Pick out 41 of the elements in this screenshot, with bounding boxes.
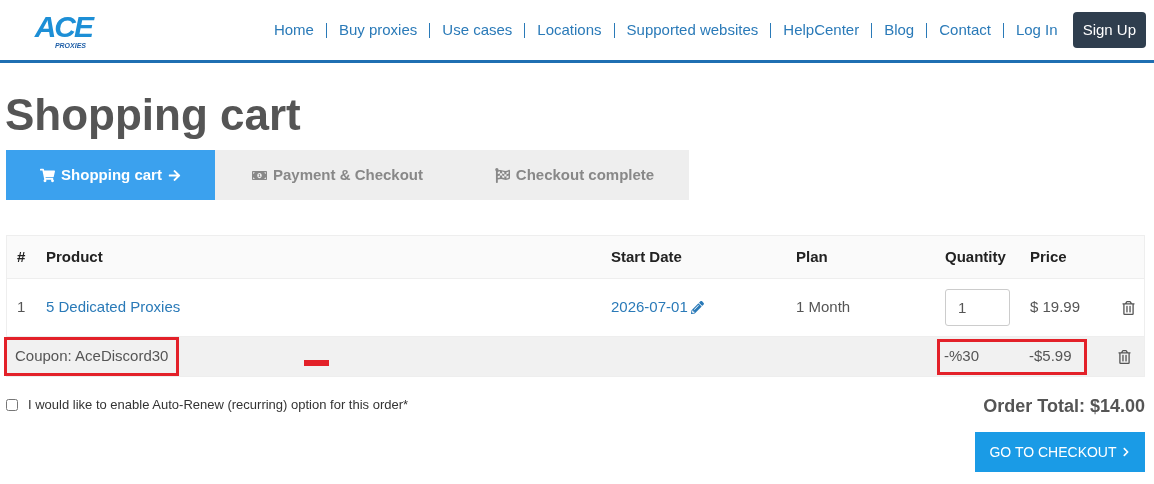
nav-link[interactable]: HelpCenter <box>783 18 860 42</box>
discount-percent: -%30 <box>944 346 981 367</box>
table-cell-text: 1 <box>16 297 27 318</box>
nav-link[interactable]: Log In <box>1015 18 1058 42</box>
dash-mark <box>304 360 329 366</box>
trash-icon[interactable] <box>1118 349 1131 364</box>
step-tab[interactable]: Shopping cart <box>6 150 215 200</box>
column-header: Quantity <box>945 246 1007 267</box>
nav-link[interactable]: Contact <box>939 18 991 42</box>
quantity-field[interactable]: 1 <box>945 289 1010 326</box>
page-title: Shopping cart <box>5 89 302 141</box>
order-total: Order Total: $14.00 <box>983 395 1145 418</box>
product-link[interactable]: 5 Dedicated Proxies <box>46 296 181 319</box>
column-header: Price <box>1030 246 1068 267</box>
coupon-label: Coupon: AceDiscord30 <box>4 337 180 376</box>
step-tab[interactable]: Checkout complete <box>460 150 689 200</box>
table-cell-text: $ 19.99 <box>1030 297 1081 318</box>
table-cell-text: 1 Month <box>796 297 851 318</box>
checkered-flag-icon <box>494 167 510 183</box>
checkout-button[interactable]: GO TO CHECKOUT <box>975 432 1145 472</box>
cart-icon <box>40 167 56 183</box>
sign-up-button[interactable]: Sign Up <box>1072 11 1146 49</box>
column-header: Product <box>46 246 104 267</box>
pencil-icon[interactable] <box>690 301 704 314</box>
column-header: Plan <box>796 246 829 267</box>
nav-link[interactable]: Blog <box>884 18 915 42</box>
column-header: Start Date <box>611 246 683 267</box>
trash-icon[interactable] <box>1122 300 1135 315</box>
auto-renew-label: I would like to enable Auto-Renew (recurring) option for this order* <box>28 396 409 414</box>
nav-link[interactable]: Supported websites <box>626 18 759 42</box>
start-date-link[interactable]: 2026-07-01 <box>611 296 688 319</box>
auto-renew-checkbox[interactable] <box>6 398 18 411</box>
nav-link[interactable]: Buy proxies <box>338 18 418 42</box>
column-header: # <box>16 246 27 267</box>
arrow-right-icon <box>167 168 181 182</box>
nav-link[interactable]: Locations <box>537 18 602 42</box>
step-tab[interactable]: Payment & Checkout <box>215 150 460 200</box>
nav-link[interactable]: Use cases <box>442 18 513 42</box>
nav-link[interactable]: Home <box>273 18 314 42</box>
chevron-right-icon <box>1120 447 1131 457</box>
discount-amount: -$5.99 <box>1029 346 1072 367</box>
